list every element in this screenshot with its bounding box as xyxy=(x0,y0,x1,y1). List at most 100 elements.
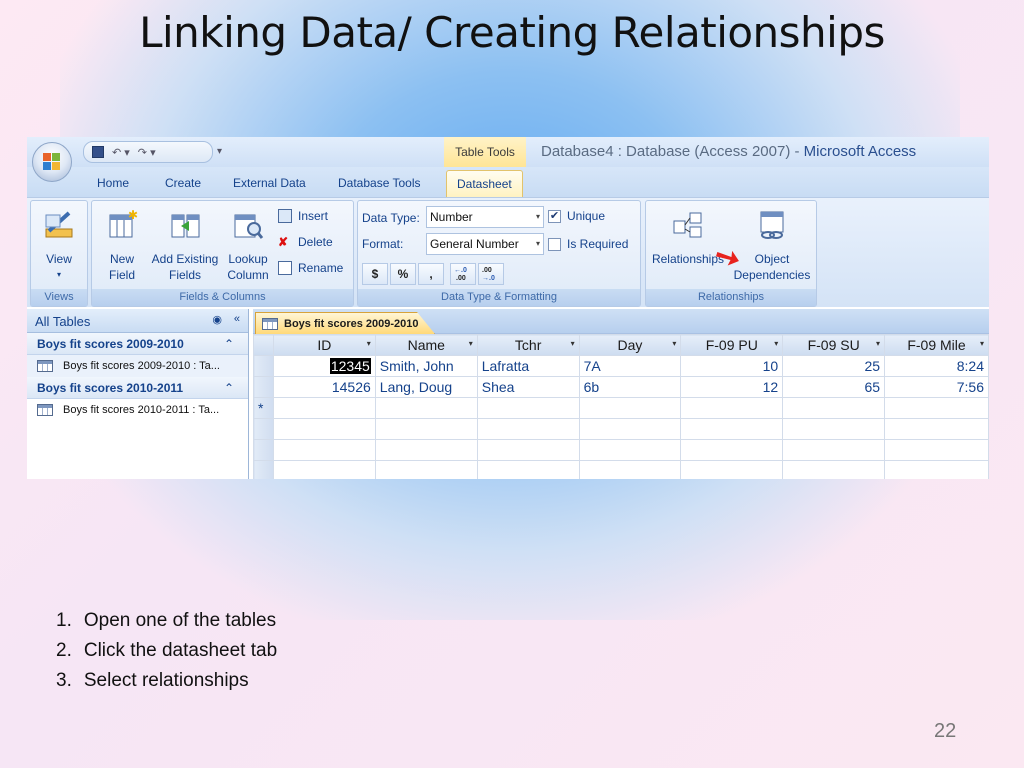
row-selector[interactable] xyxy=(253,355,274,377)
add-existing-fields-button[interactable]: Add Existing Fields xyxy=(148,209,222,283)
lookup-label-1: Lookup xyxy=(228,252,268,266)
cell-f09-mile[interactable]: 8:24 xyxy=(884,355,989,377)
cell-day[interactable]: 6b xyxy=(578,376,682,398)
nav-pane-header[interactable]: All Tables ◉ « xyxy=(27,309,248,333)
table-tools-context-tab: Table Tools xyxy=(444,137,526,167)
object-dependencies-button[interactable]: Object Dependencies xyxy=(730,209,814,283)
view-button-label: View xyxy=(46,252,72,266)
nav-pane-collapse-icon[interactable]: « xyxy=(234,313,240,325)
cell-day[interactable]: 7A xyxy=(578,355,682,377)
row-selector[interactable] xyxy=(253,376,274,398)
rename-column-icon xyxy=(278,261,292,275)
view-button[interactable]: View ▾ xyxy=(39,209,79,283)
rename-button[interactable]: Rename xyxy=(278,261,343,275)
chevron-down-icon[interactable]: ▾ xyxy=(980,339,984,348)
cell-f09-su[interactable]: 25 xyxy=(782,355,886,377)
tab-database-tools[interactable]: Database Tools xyxy=(338,176,421,190)
comma-format-button[interactable]: , xyxy=(418,263,444,285)
cell-id[interactable]: 12345 xyxy=(272,355,376,377)
empty-cell[interactable] xyxy=(884,397,989,419)
column-header-f09-pu[interactable]: F-09 PU ▾ xyxy=(680,334,784,356)
empty-cell[interactable] xyxy=(578,397,682,419)
percent-format-button[interactable]: % xyxy=(390,263,416,285)
collapse-group-icon[interactable]: ⌃ xyxy=(224,337,234,351)
ribbon-tabs: Home Create External Data Database Tools… xyxy=(27,167,989,198)
list-item: 1. Open one of the tables xyxy=(56,606,277,636)
column-header-label: Day xyxy=(617,337,643,353)
chevron-down-icon: ▾ xyxy=(535,212,540,221)
new-row-marker[interactable]: * xyxy=(253,397,274,419)
redo-icon[interactable]: ↷ ▾ xyxy=(138,146,156,159)
nav-group-2010-2011[interactable]: Boys fit scores 2010-2011 ⌃ xyxy=(27,377,248,399)
step-text: Click the datasheet tab xyxy=(83,640,278,661)
document-tab-title: Boys fit scores 2009-2010 xyxy=(284,317,419,330)
cell-f09-pu[interactable]: 12 xyxy=(680,376,784,398)
window-title-text: Database4 : Database (Access 2007) - xyxy=(541,143,800,160)
delete-button[interactable]: ✘ Delete xyxy=(278,235,333,249)
nav-group-2009-2010[interactable]: Boys fit scores 2009-2010 ⌃ xyxy=(27,333,248,355)
chevron-down-icon[interactable]: ▾ xyxy=(571,339,575,348)
tab-home[interactable]: Home xyxy=(97,176,129,190)
nav-pane-menu-icon[interactable]: ◉ xyxy=(212,313,222,326)
chevron-down-icon[interactable]: ▾ xyxy=(367,339,371,348)
new-field-button[interactable]: ✱ New Field xyxy=(100,208,144,283)
column-header-day[interactable]: Day ▾ xyxy=(578,334,682,356)
column-header-label: F-09 SU xyxy=(807,337,860,353)
column-header-label: Tchr xyxy=(514,337,542,353)
empty-cell[interactable] xyxy=(782,397,886,419)
save-icon[interactable] xyxy=(92,146,104,158)
delete-column-icon: ✘ xyxy=(278,235,289,249)
insert-button[interactable]: Insert xyxy=(278,209,328,223)
cell-f09-su[interactable]: 65 xyxy=(782,376,886,398)
column-header-name[interactable]: Name ▾ xyxy=(374,334,478,356)
tab-create[interactable]: Create xyxy=(165,176,201,190)
column-header-tchr[interactable]: Tchr ▾ xyxy=(476,334,580,356)
nav-item-table-2010-2011[interactable]: Boys fit scores 2010-2011 : Ta... xyxy=(27,399,248,421)
chevron-down-icon[interactable]: ▾ xyxy=(672,339,676,348)
collapse-group-icon[interactable]: ⌃ xyxy=(224,381,234,395)
empty-cell[interactable] xyxy=(272,397,376,419)
view-icon xyxy=(43,209,75,241)
customize-qat-icon[interactable]: ▾ xyxy=(217,146,222,157)
cell-f09-mile[interactable]: 7:56 xyxy=(884,376,989,398)
tab-datasheet[interactable]: Datasheet xyxy=(446,170,523,198)
select-all-corner[interactable] xyxy=(253,334,274,356)
cell-tchr[interactable]: Shea xyxy=(476,376,580,398)
is-required-checkbox[interactable]: Is Required xyxy=(548,237,628,251)
chevron-down-icon: ▾ xyxy=(56,270,61,279)
step-text: Open one of the tables xyxy=(83,610,277,631)
unique-check-icon: ✔ xyxy=(548,209,561,223)
format-select[interactable]: General Number ▾ xyxy=(426,233,544,255)
cell-id[interactable]: 14526 xyxy=(272,376,376,398)
lookup-column-icon xyxy=(232,209,264,241)
currency-format-button[interactable]: $ xyxy=(362,263,388,285)
empty-cell[interactable] xyxy=(680,397,784,419)
cell-tchr[interactable]: Lafratta xyxy=(476,355,580,377)
column-header-id[interactable]: ID ▾ xyxy=(272,334,376,356)
nav-item-table-2009-2010[interactable]: Boys fit scores 2009-2010 : Ta... xyxy=(27,355,248,377)
list-item: 2. Click the datasheet tab xyxy=(56,636,277,666)
insert-column-icon xyxy=(278,209,292,223)
undo-icon[interactable]: ↶ ▾ xyxy=(112,146,130,159)
chevron-down-icon[interactable]: ▾ xyxy=(469,339,473,348)
empty-cell[interactable] xyxy=(476,397,580,419)
column-header-f09-mile[interactable]: F-09 Mile ▾ xyxy=(884,334,989,356)
increase-decimals-icon[interactable]: ←.0.00 xyxy=(450,263,476,285)
empty-cell[interactable] xyxy=(374,397,478,419)
lookup-column-button[interactable]: Lookup Column xyxy=(224,209,272,283)
unique-checkbox[interactable]: ✔ Unique xyxy=(548,209,605,223)
decrease-decimals-icon[interactable]: .00 →.0 xyxy=(478,263,504,285)
office-logo-icon xyxy=(43,153,61,171)
tab-external-data[interactable]: External Data xyxy=(233,176,306,190)
cell-name[interactable]: Smith, John xyxy=(374,355,478,377)
insert-label: Insert xyxy=(298,209,329,223)
cell-f09-pu[interactable]: 10 xyxy=(680,355,784,377)
chevron-down-icon[interactable]: ▾ xyxy=(876,339,880,348)
office-button[interactable] xyxy=(32,142,72,182)
column-header-f09-su[interactable]: F-09 SU ▾ xyxy=(782,334,886,356)
chevron-down-icon[interactable]: ▾ xyxy=(774,339,778,348)
document-tab[interactable]: Boys fit scores 2009-2010 xyxy=(255,312,435,334)
empty-row xyxy=(253,460,989,479)
data-type-select[interactable]: Number ▾ xyxy=(426,206,544,228)
cell-name[interactable]: Lang, Doug xyxy=(374,376,478,398)
